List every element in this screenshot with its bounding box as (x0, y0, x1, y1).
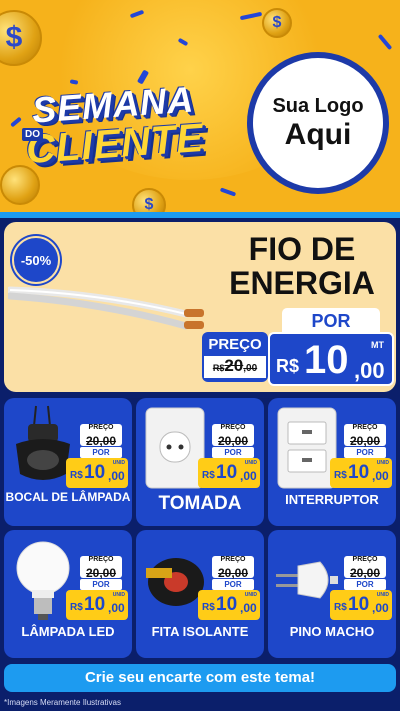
new-price: UNID R$ 10,00 (66, 590, 128, 620)
product-card[interactable]: PREÇO 20,00 POR UNID R$ 10,00 LÂMPADA LED (4, 530, 132, 658)
new-price-currency: R$ (70, 470, 83, 481)
price-unit: UNID (376, 592, 389, 598)
footnote: *Imagens Meramente Ilustrativas (4, 698, 121, 707)
confetti-decoration (219, 187, 237, 197)
cta-button[interactable]: Crie seu encarte com este tema! (4, 664, 396, 692)
old-price-dec: ,00 (243, 363, 258, 374)
por-label: POR (212, 447, 254, 458)
new-price-dec: ,00 (372, 469, 389, 483)
price-unit: UNID (244, 460, 257, 466)
new-price-int: 10 (348, 594, 370, 615)
new-price: UNID R$ 10,00 (330, 458, 392, 488)
old-price: PREÇO 20,00 (80, 424, 122, 448)
campaign-title: SEMANA CLIENTE DO (18, 78, 238, 184)
discount-badge: -50% (12, 236, 60, 284)
product-card[interactable]: PREÇO 20,00 POR UNID R$ 10,00 INTERRUPTOR (268, 398, 396, 526)
logo-text-line2: Aqui (284, 117, 352, 151)
header-divider (0, 212, 400, 218)
logo-placeholder[interactable]: Sua Logo Aqui (247, 52, 389, 194)
header-banner: $ $ $ SEMANA CLIENTE DO Sua Logo Aqui (0, 0, 400, 215)
product-card[interactable]: PREÇO 20,00 POR UNID R$ 10,00 TOMADA (136, 398, 264, 526)
coin-icon: $ (0, 10, 42, 66)
old-price-value: 20,00 (217, 434, 249, 448)
cable-icon (8, 286, 204, 330)
old-price: PREÇO 20,00 (344, 424, 386, 448)
new-price-currency: R$ (334, 470, 347, 481)
new-price-dec: ,00 (372, 601, 389, 615)
old-price-value: 20,00 (85, 566, 117, 580)
new-price-int: 10 (84, 594, 106, 615)
new-price-int: 10 (216, 594, 238, 615)
old-price: R$20,00 (204, 356, 266, 378)
price-unit: UNID (112, 592, 125, 598)
preco-label: PREÇO (220, 556, 246, 563)
por-label: POR (212, 579, 254, 590)
preco-label: PREÇO (220, 424, 246, 431)
por-label: POR (344, 579, 386, 590)
old-price-box: PREÇO R$20,00 (202, 332, 268, 382)
new-price-int: 10 (216, 462, 238, 483)
new-price: UNID R$ 10,00 (198, 590, 260, 620)
featured-offer-panel[interactable]: -50% FIO DE ENERGIA POR PREÇO R$20,00 MT… (4, 222, 396, 392)
new-price-dec: ,00 (108, 601, 125, 615)
price-unit: UNID (376, 460, 389, 466)
preco-label: PREÇO (208, 336, 262, 353)
logo-text-line1: Sua Logo (272, 94, 364, 117)
old-price: PREÇO 20,00 (80, 556, 122, 580)
old-price: PREÇO 20,00 (212, 556, 254, 580)
new-price-currency: R$ (276, 356, 300, 376)
product-name: FITA ISOLANTE (151, 624, 249, 639)
product-card[interactable]: PREÇO 20,00 POR UNID R$ 10,00 BOCAL DE LÂMPADA (4, 398, 132, 526)
new-price-int: 10 (348, 462, 370, 483)
product-name: PINO MACHO (289, 624, 375, 639)
new-price-currency: R$ (334, 602, 347, 613)
old-price-int: 20 (224, 356, 244, 375)
por-label: POR (344, 447, 386, 458)
new-price-currency: R$ (202, 602, 215, 613)
old-price-value: 20,00 (349, 566, 381, 580)
new-price-dec: ,00 (354, 358, 385, 383)
preco-label: PREÇO (88, 556, 114, 563)
por-label: POR (282, 308, 380, 334)
price-unit: UNID (244, 592, 257, 598)
product-name: INTERRUPTOR (285, 492, 379, 507)
new-price-currency: R$ (70, 602, 83, 613)
new-price-int: 10 (84, 462, 106, 483)
new-price-box: MT R$ 10 ,00 (268, 332, 394, 386)
new-price-currency: R$ (202, 470, 215, 481)
old-price: PREÇO 20,00 (212, 424, 254, 448)
title-word-do: DO (22, 128, 43, 141)
product-name: BOCAL DE LÂMPADA (5, 490, 131, 504)
price-unit: UNID (112, 460, 125, 466)
old-price-value: 20,00 (217, 566, 249, 580)
new-price-dec: ,00 (108, 469, 125, 483)
product-card[interactable]: PREÇO 20,00 POR UNID R$ 10,00 FITA ISOLANTE (136, 530, 264, 658)
new-price: UNID R$ 10,00 (198, 458, 260, 488)
old-price-value: 20,00 (85, 434, 117, 448)
product-name: TOMADA (158, 493, 242, 514)
new-price-dec: ,00 (240, 469, 257, 483)
preco-label: PREÇO (352, 424, 378, 431)
new-price: UNID R$ 10,00 (66, 458, 128, 488)
old-price-currency: R$ (212, 363, 225, 373)
preco-label: PREÇO (88, 424, 114, 431)
price-unit: MT (371, 340, 384, 350)
old-price-value: 20,00 (349, 434, 381, 448)
new-price-int: 10 (304, 338, 349, 382)
preco-label: PREÇO (352, 556, 378, 563)
old-price: PREÇO 20,00 (344, 556, 386, 580)
por-label: POR (80, 579, 122, 590)
por-label: POR (80, 447, 122, 458)
new-price: UNID R$ 10,00 (330, 590, 392, 620)
featured-product-name: FIO DE ENERGIA (229, 231, 375, 301)
confetti-decoration (377, 33, 393, 51)
product-card[interactable]: PREÇO 20,00 POR UNID R$ 10,00 PINO MACHO (268, 530, 396, 658)
product-name: LÂMPADA LED (21, 624, 115, 639)
coin-icon: $ (132, 188, 166, 215)
coin-icon: $ (262, 8, 292, 38)
new-price-dec: ,00 (240, 601, 257, 615)
